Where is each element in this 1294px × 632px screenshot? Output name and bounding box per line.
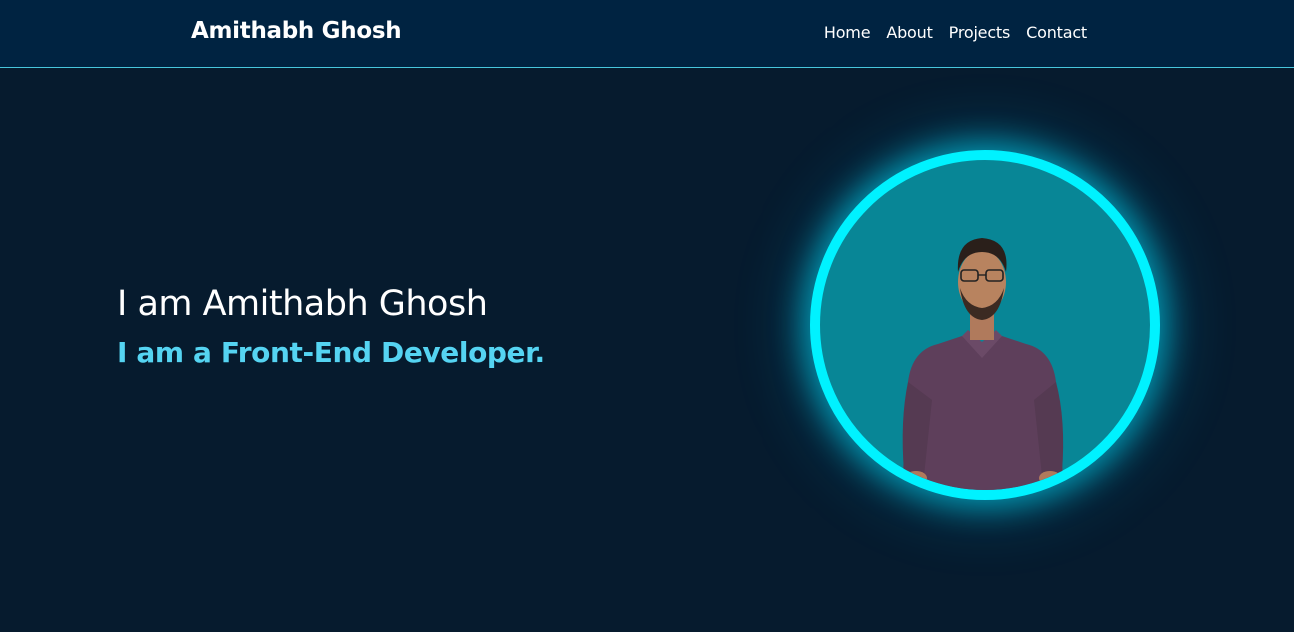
- person-portrait-icon: [902, 238, 1064, 490]
- nav-link-home[interactable]: Home: [824, 23, 871, 42]
- hero-intro-heading: I am Amithabh Ghosh: [117, 284, 488, 324]
- nav-link-about[interactable]: About: [886, 23, 933, 42]
- navbar: Amithabh Ghosh Home About Projects Conta…: [0, 0, 1294, 68]
- hero-section: I am Amithabh Ghosh I am a Front-End Dev…: [0, 69, 1294, 632]
- brand-logo[interactable]: Amithabh Ghosh: [191, 18, 402, 44]
- profile-photo: [810, 150, 1160, 500]
- hero-role-heading: I am a Front-End Developer.: [117, 336, 545, 369]
- nav-link-projects[interactable]: Projects: [949, 23, 1011, 42]
- nav-link-contact[interactable]: Contact: [1026, 23, 1087, 42]
- nav-links: Home About Projects Contact: [824, 23, 1087, 42]
